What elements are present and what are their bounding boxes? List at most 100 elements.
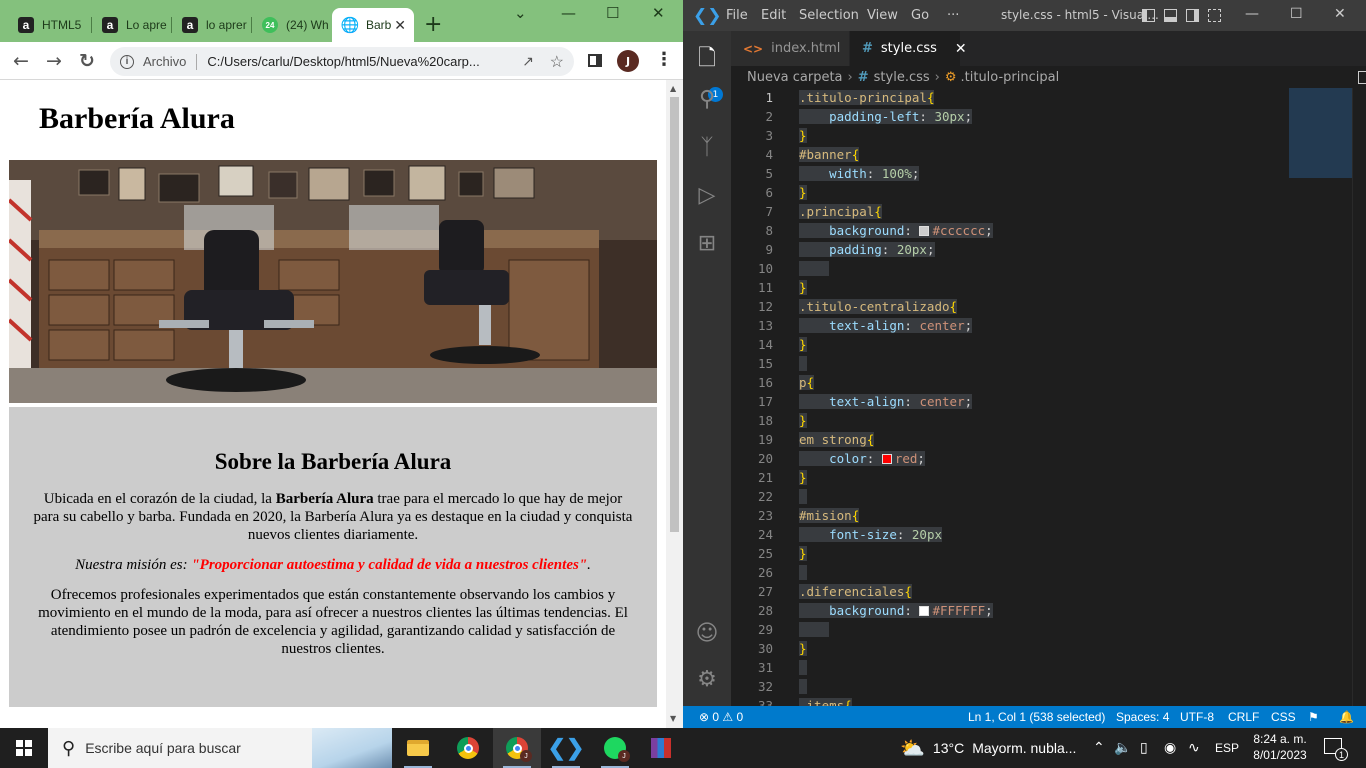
extensions-icon[interactable]: ⊞ [695,231,719,256]
code-line[interactable]: 21} [731,468,1336,487]
code-line[interactable]: 11} [731,278,1336,297]
browser-tab-active[interactable]: 🌐 Barb ✕ [332,8,414,42]
language-mode[interactable]: CSS [1271,710,1296,724]
code-line[interactable]: 12 .titulo-centralizado{ [731,297,1336,316]
feedback-icon[interactable]: ⚑ [1308,710,1319,724]
taskbar-file-explorer[interactable] [394,728,442,768]
new-tab-button[interactable]: + [424,12,442,37]
account-icon[interactable]: ☺ [695,621,719,646]
menu-edit[interactable]: Edit [761,8,786,23]
scrollbar-thumb[interactable] [670,97,679,532]
chrome-menu-icon[interactable]: ⋮ [655,49,673,70]
close-icon[interactable]: ✕ [394,17,406,34]
editor-scrollbar[interactable] [1352,88,1366,706]
code-line[interactable]: 16 p{ [731,373,1336,392]
code-line[interactable]: 5 width: 100%; [731,164,1336,183]
wifi-icon[interactable]: ∿ [1188,739,1200,756]
code-line[interactable]: 20 color: red; [731,449,1336,468]
close-icon[interactable]: ✕ [955,41,967,57]
run-debug-icon[interactable]: ▷ [695,183,719,208]
browser-tab[interactable]: a lo aprer [172,8,252,42]
windows-start-button[interactable] [16,740,32,756]
color-swatch[interactable] [919,606,930,616]
back-arrow-icon[interactable]: ← [13,50,29,72]
page-scrollbar[interactable]: ▲ ▼ [666,80,683,728]
code-line[interactable]: 32 [731,677,1336,696]
system-clock[interactable]: 8:24 a. m. 8/01/2023 [1252,731,1308,763]
color-swatch[interactable] [881,454,892,464]
menu-more[interactable]: ··· [947,8,959,23]
explorer-icon[interactable]: 🗋 [695,41,719,79]
close-window-button[interactable]: ✕ [652,4,665,22]
breadcrumb-file[interactable]: style.css [874,70,930,85]
code-line[interactable]: 10 [731,259,1336,278]
profile-avatar[interactable]: J [617,50,639,72]
menu-go[interactable]: Go [911,8,929,23]
problems-indicator[interactable]: ⊗ 0 ⚠ 0 [699,710,743,724]
volume-icon[interactable]: 🔈 [1114,739,1131,756]
code-line[interactable]: 26 [731,563,1336,582]
breadcrumb-symbol[interactable]: .titulo-principal [961,70,1060,85]
customize-layout-icon[interactable] [1208,9,1221,22]
code-line[interactable]: 22 [731,487,1336,506]
code-editor[interactable]: 1 .titulo-principal{2 padding-left: 30px;… [731,88,1336,706]
taskbar-chrome[interactable] [444,728,492,768]
tab-style-css[interactable]: # style.css ✕ [850,31,967,66]
menu-selection[interactable]: Selection [799,8,859,23]
close-window-button[interactable]: ✕ [1334,6,1346,22]
source-control-icon[interactable]: ᛉ [695,135,719,160]
code-line[interactable]: 23 #mision{ [731,506,1336,525]
encoding[interactable]: UTF-8 [1180,710,1214,724]
code-line[interactable]: 27 .diferenciales{ [731,582,1336,601]
taskbar-search[interactable]: ⚲ Escribe aquí para buscar [48,728,392,768]
search-icon[interactable]: ⚲ [695,87,719,112]
info-icon[interactable]: i [120,54,134,69]
split-editor-icon[interactable] [1358,71,1366,84]
menu-view[interactable]: View [867,8,898,23]
code-line[interactable]: 8 background: #cccccc; [731,221,1336,240]
code-line[interactable]: 4 #banner{ [731,145,1336,164]
weather-widget[interactable]: ⛅ 13°C Mayorm. nubla... [900,728,1076,768]
code-line[interactable]: 9 padding: 20px; [731,240,1336,259]
minimize-button[interactable]: — [561,4,576,22]
code-line[interactable]: 29 [731,620,1336,639]
taskbar-vscode[interactable]: ❮❯ [542,728,590,768]
maximize-button[interactable]: ☐ [1290,6,1303,22]
url-text[interactable]: C:/Users/carlu/Desktop/html5/Nueva%20car… [207,54,507,69]
browser-tab[interactable]: a Lo apre [92,8,172,42]
indentation[interactable]: Spaces: 4 [1116,710,1169,724]
code-line[interactable]: 18} [731,411,1336,430]
minimize-button[interactable]: — [1245,6,1259,22]
show-hidden-icons-chevron-icon[interactable]: ⌃ [1093,739,1105,756]
scroll-down-arrow-icon[interactable]: ▼ [670,714,676,723]
menu-file[interactable]: File [726,8,748,23]
minimap[interactable] [1289,88,1352,178]
maximize-button[interactable]: ☐ [606,4,619,22]
code-line[interactable]: 3} [731,126,1336,145]
scroll-up-arrow-icon[interactable]: ▲ [670,84,676,93]
taskbar-winrar[interactable] [637,728,685,768]
cursor-position[interactable]: Ln 1, Col 1 (538 selected) [968,710,1105,724]
code-line[interactable]: 30} [731,639,1336,658]
forward-arrow-icon[interactable]: → [46,50,62,72]
toggle-panel-icon[interactable] [1164,9,1177,22]
line-ending[interactable]: CRLF [1228,710,1259,724]
code-line[interactable]: 7 .principal{ [731,202,1336,221]
code-line[interactable]: 28 background: #FFFFFF; [731,601,1336,620]
share-icon[interactable]: ↗ [522,53,534,70]
code-line[interactable]: 31 [731,658,1336,677]
code-line[interactable]: 19 em strong{ [731,430,1336,449]
input-language[interactable]: ESP [1215,741,1239,755]
code-line[interactable]: 17 text-align: center; [731,392,1336,411]
breadcrumb-folder[interactable]: Nueva carpeta [747,70,843,85]
browser-tab[interactable]: 24 (24) Wh [252,8,330,42]
code-line[interactable]: 2 padding-left: 30px; [731,107,1336,126]
settings-gear-icon[interactable]: ⚙ [695,667,719,692]
toggle-sidebar-icon[interactable] [1142,9,1155,22]
code-line[interactable]: 33 .items{ [731,696,1336,706]
taskbar-spotify[interactable]: J [591,728,639,768]
taskbar-chrome-profile[interactable]: J [493,728,541,768]
code-line[interactable]: 1 .titulo-principal{ [731,88,1336,107]
action-center-icon[interactable]: 1 [1324,738,1348,761]
browser-tab[interactable]: a HTML5 [8,8,92,42]
